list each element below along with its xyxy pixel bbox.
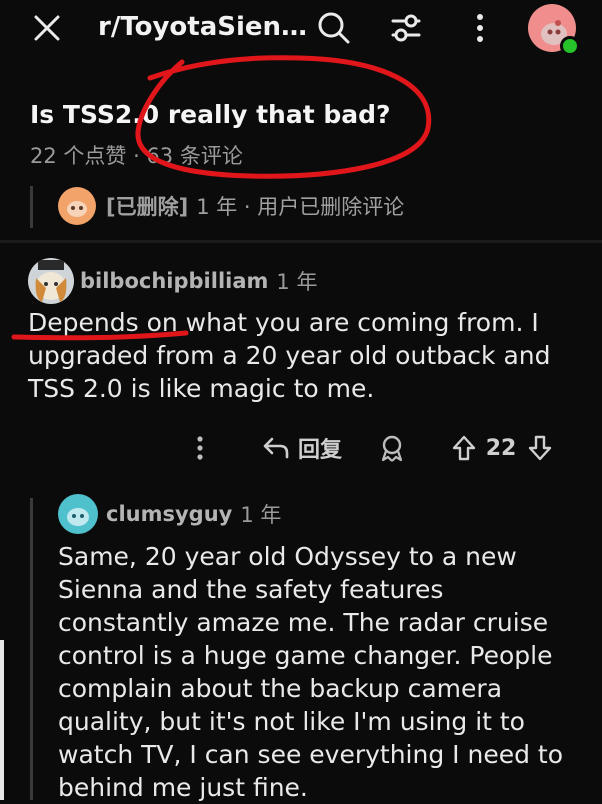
- commenter-avatar-icon[interactable]: [28, 258, 74, 304]
- deleted-username: [已删除]: [106, 195, 189, 219]
- comment-actions: 回复 22: [186, 428, 586, 468]
- close-icon[interactable]: [22, 10, 72, 46]
- reply-body: Same, 20 year old Odyssey to a new Sienn…: [58, 542, 564, 802]
- user-avatar[interactable]: [528, 4, 580, 56]
- top-bar: r/ToyotaSien…: [0, 0, 602, 80]
- upvote-icon[interactable]: [448, 428, 480, 468]
- reply-button[interactable]: 回复: [252, 428, 352, 468]
- deleted-comment[interactable]: [已删除] 1 年 · 用户已删除评论: [58, 186, 404, 226]
- reply-header: clumsyguy 1 年: [58, 494, 281, 534]
- reply-avatar-icon[interactable]: [58, 494, 98, 534]
- comment-age: 1 年: [276, 270, 318, 294]
- more-options-icon[interactable]: [186, 428, 214, 468]
- reply-username[interactable]: clumsyguy: [106, 502, 232, 526]
- deleted-user-avatar-icon: [58, 187, 96, 225]
- search-icon[interactable]: [312, 8, 356, 48]
- divider: [0, 240, 602, 243]
- thread-line: [30, 186, 33, 228]
- post-meta: 22 个点赞 · 63 条评论: [30, 144, 243, 168]
- more-vertical-icon[interactable]: [458, 8, 502, 48]
- subreddit-name[interactable]: r/ToyotaSien…: [98, 12, 307, 42]
- post-title[interactable]: Is TSS2.0 really that bad?: [30, 100, 391, 129]
- deleted-comment-meta: 1 年 · 用户已删除评论: [196, 195, 405, 219]
- online-status-dot: [560, 36, 580, 56]
- reply-age: 1 年: [240, 503, 282, 527]
- comment-username[interactable]: bilbochipbilliam: [80, 269, 268, 293]
- vote-count: 22: [485, 435, 517, 461]
- thread-line: [30, 498, 33, 800]
- comment-body: Depends on what you are coming from. I u…: [28, 308, 551, 403]
- filter-icon[interactable]: [384, 8, 428, 48]
- award-icon[interactable]: [374, 428, 410, 468]
- screen-edge: [0, 640, 4, 800]
- downvote-icon[interactable]: [524, 428, 556, 468]
- reply-icon: [263, 437, 289, 459]
- reply-label: 回复: [297, 438, 342, 463]
- comment-header: bilbochipbilliam 1 年: [28, 258, 317, 304]
